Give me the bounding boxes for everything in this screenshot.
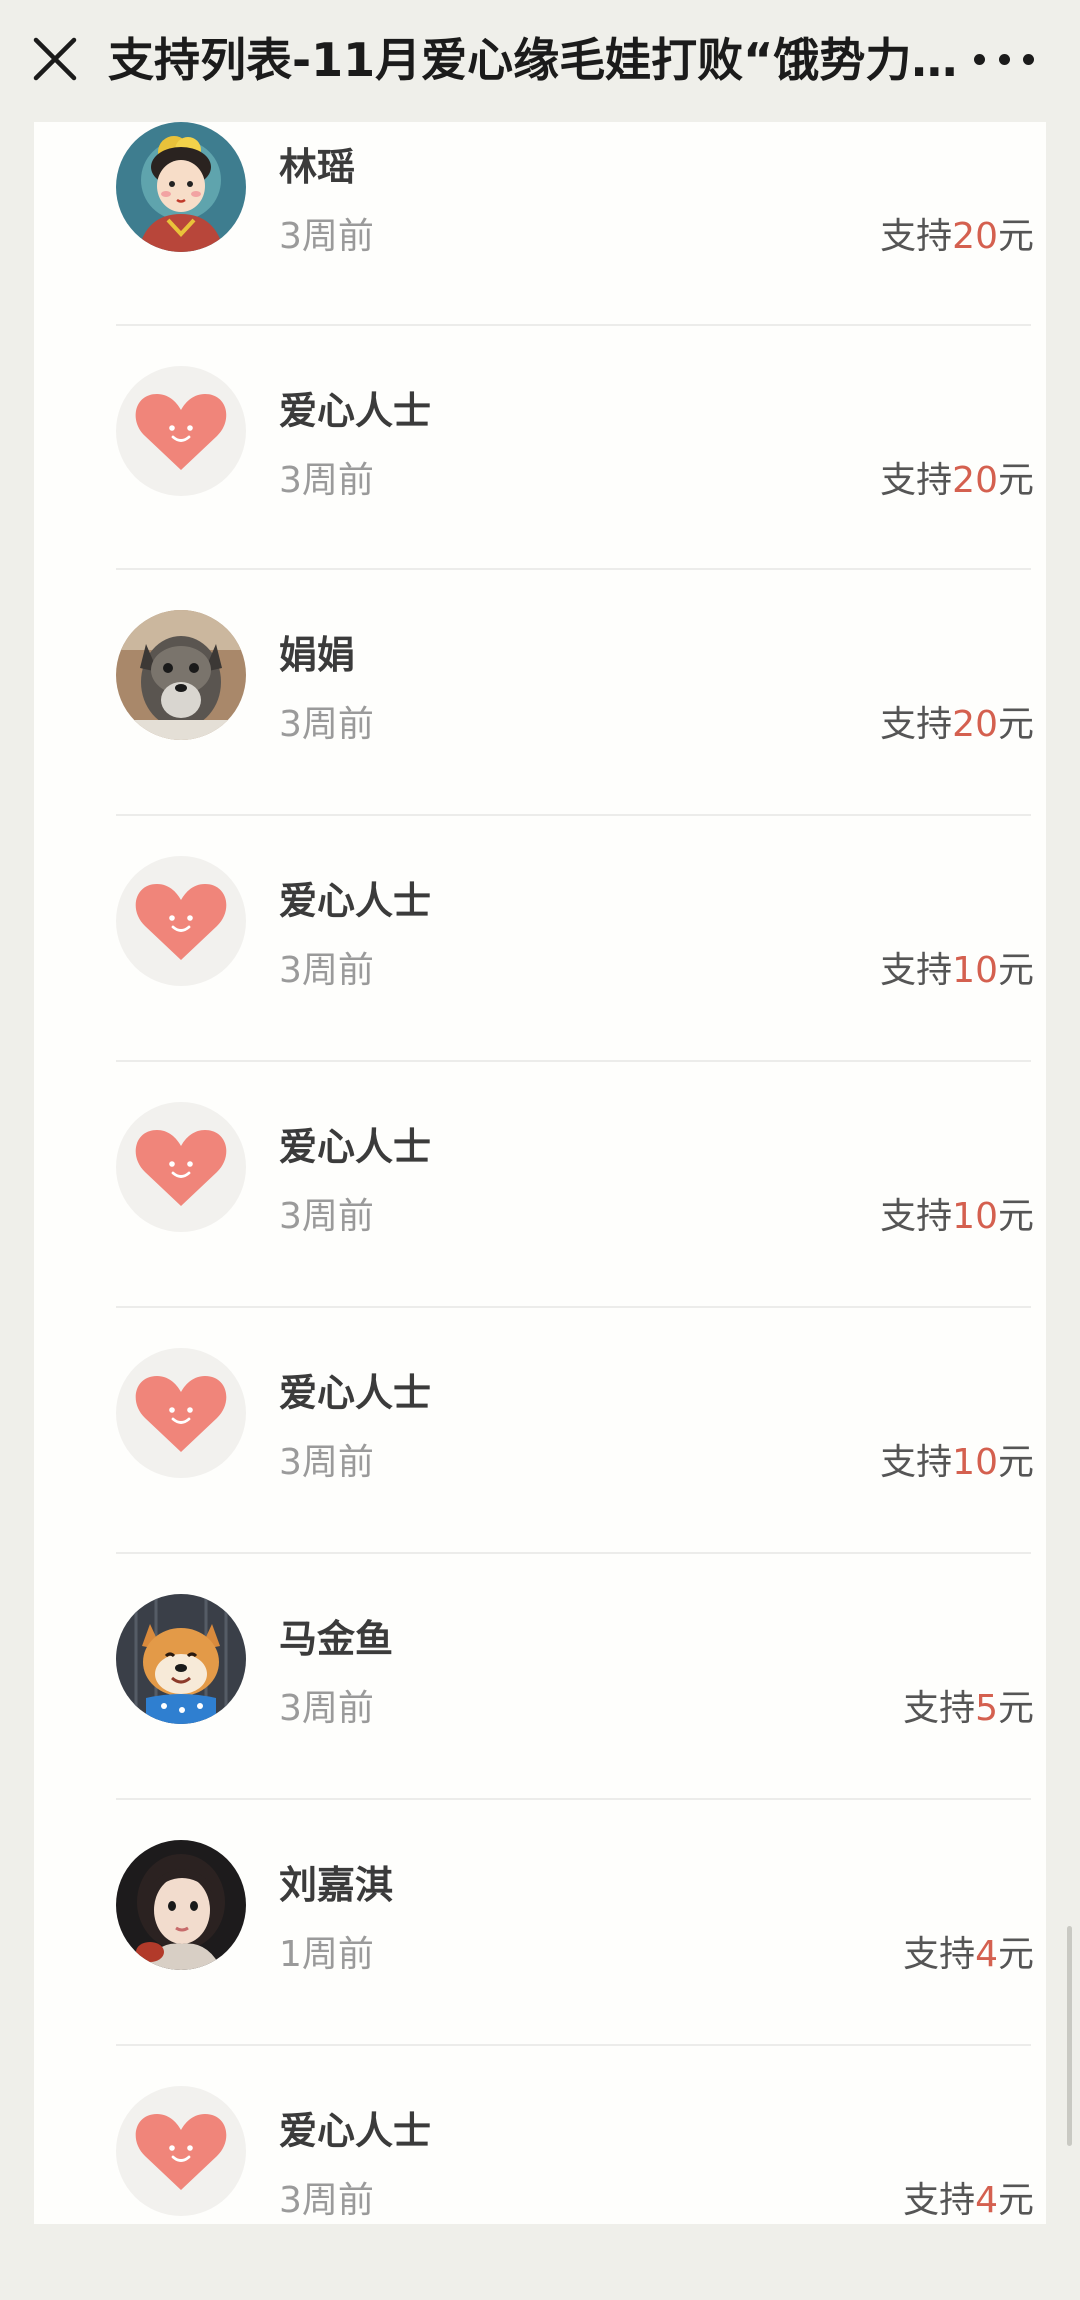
support-amount: 支持20元 <box>880 456 1034 506</box>
close-button[interactable] <box>28 32 82 86</box>
amount-unit: 元 <box>997 704 1034 745</box>
close-icon <box>33 37 77 81</box>
supporter-name: 马金鱼 <box>279 1617 394 1661</box>
support-time: 3周前 <box>279 1196 374 1237</box>
support-amount: 支持4元 <box>903 1930 1034 1980</box>
supporter-list[interactable]: 林瑶 3周前 支持20元 爱心人士 3周前 支持20元 娟娟 3周前 支持20元… <box>34 122 1046 2224</box>
page-title: 支持列表-11月爱心缘毛娃打败“饿势力”行... <box>108 33 968 87</box>
list-item[interactable]: 爱心人士 3周前 支持10元 <box>116 826 1034 1070</box>
list-item[interactable]: 马金鱼 3周前 支持5元 <box>116 1564 1034 1808</box>
amount-prefix: 支持 <box>880 1196 953 1237</box>
amount-value: 5 <box>975 1688 998 1729</box>
top-navigation-bar: 支持列表-11月爱心缘毛娃打败“饿势力”行... <box>0 0 1080 122</box>
list-item[interactable]: 爱心人士 3周前 支持10元 <box>116 1072 1034 1316</box>
support-time: 3周前 <box>279 460 374 501</box>
divider <box>116 814 1031 816</box>
divider <box>116 1552 1031 1554</box>
support-time: 3周前 <box>279 950 374 991</box>
divider <box>116 1798 1031 1800</box>
support-time: 3周前 <box>279 216 374 257</box>
amount-value: 10 <box>952 1442 998 1483</box>
list-item[interactable]: 爱心人士 3周前 支持4元 <box>116 2056 1034 2300</box>
supporter-name: 刘嘉淇 <box>279 1863 394 1907</box>
divider <box>116 1306 1031 1308</box>
list-item[interactable]: 娟娟 3周前 支持20元 <box>116 580 1034 824</box>
support-amount: 支持4元 <box>903 2176 1034 2226</box>
more-horizontal-icon <box>974 53 985 65</box>
amount-unit: 元 <box>997 1196 1034 1237</box>
amount-unit: 元 <box>997 1442 1034 1483</box>
amount-unit: 元 <box>997 950 1034 991</box>
heart-smile-icon <box>116 1102 246 1232</box>
divider <box>116 568 1031 570</box>
supporter-name: 爱心人士 <box>279 1125 432 1169</box>
scrollbar[interactable] <box>1067 1926 1072 2146</box>
heart-smile-icon <box>116 1348 246 1478</box>
heart-smile-icon <box>116 2086 246 2216</box>
amount-value: 4 <box>975 2180 998 2221</box>
amount-value: 20 <box>952 216 998 257</box>
more-horizontal-icon <box>998 53 1010 65</box>
supporter-name: 林瑶 <box>279 145 356 189</box>
support-amount: 支持10元 <box>880 1438 1034 1488</box>
support-amount: 支持20元 <box>880 700 1034 750</box>
amount-unit: 元 <box>997 460 1034 501</box>
divider <box>116 2044 1031 2046</box>
amount-value: 20 <box>952 704 998 745</box>
supporter-name: 娟娟 <box>279 633 356 677</box>
support-amount: 支持10元 <box>880 946 1034 996</box>
amount-prefix: 支持 <box>903 2180 976 2221</box>
amount-prefix: 支持 <box>903 1688 976 1729</box>
amount-prefix: 支持 <box>903 1934 976 1975</box>
amount-unit: 元 <box>997 1934 1034 1975</box>
divider <box>116 1060 1031 1062</box>
amount-prefix: 支持 <box>880 704 953 745</box>
amount-value: 4 <box>975 1934 998 1975</box>
cartoon-girl-avatar <box>116 122 246 252</box>
amount-value: 10 <box>952 1196 998 1237</box>
amount-prefix: 支持 <box>880 460 953 501</box>
more-horizontal-icon <box>1023 53 1034 65</box>
supporter-name: 爱心人士 <box>279 389 432 433</box>
list-item[interactable]: 爱心人士 3周前 支持10元 <box>116 1318 1034 1562</box>
support-amount: 支持10元 <box>880 1192 1034 1242</box>
amount-unit: 元 <box>997 216 1034 257</box>
amount-prefix: 支持 <box>880 1442 953 1483</box>
girl-photo-avatar <box>116 1840 246 1970</box>
amount-unit: 元 <box>997 2180 1034 2221</box>
amount-unit: 元 <box>997 1688 1034 1729</box>
dog-photo-avatar <box>116 610 246 740</box>
amount-value: 10 <box>952 950 998 991</box>
support-time: 3周前 <box>279 2180 374 2221</box>
shiba-photo-avatar <box>116 1594 246 1724</box>
supporter-name: 爱心人士 <box>279 1371 432 1415</box>
supporter-name: 爱心人士 <box>279 2109 432 2153</box>
support-amount: 支持20元 <box>880 212 1034 262</box>
heart-smile-icon <box>116 366 246 496</box>
amount-prefix: 支持 <box>880 216 953 257</box>
support-time: 3周前 <box>279 704 374 745</box>
list-item[interactable]: 林瑶 3周前 支持20元 <box>116 92 1034 336</box>
support-time: 1周前 <box>279 1934 374 1975</box>
list-item[interactable]: 刘嘉淇 1周前 支持4元 <box>116 1810 1034 2054</box>
heart-smile-icon <box>116 856 246 986</box>
support-time: 3周前 <box>279 1688 374 1729</box>
amount-prefix: 支持 <box>880 950 953 991</box>
support-time: 3周前 <box>279 1442 374 1483</box>
divider <box>116 324 1031 326</box>
support-amount: 支持5元 <box>903 1684 1034 1734</box>
amount-value: 20 <box>952 460 998 501</box>
list-item[interactable]: 爱心人士 3周前 支持20元 <box>116 336 1034 580</box>
supporter-name: 爱心人士 <box>279 879 432 923</box>
more-options-button[interactable] <box>974 52 1034 66</box>
